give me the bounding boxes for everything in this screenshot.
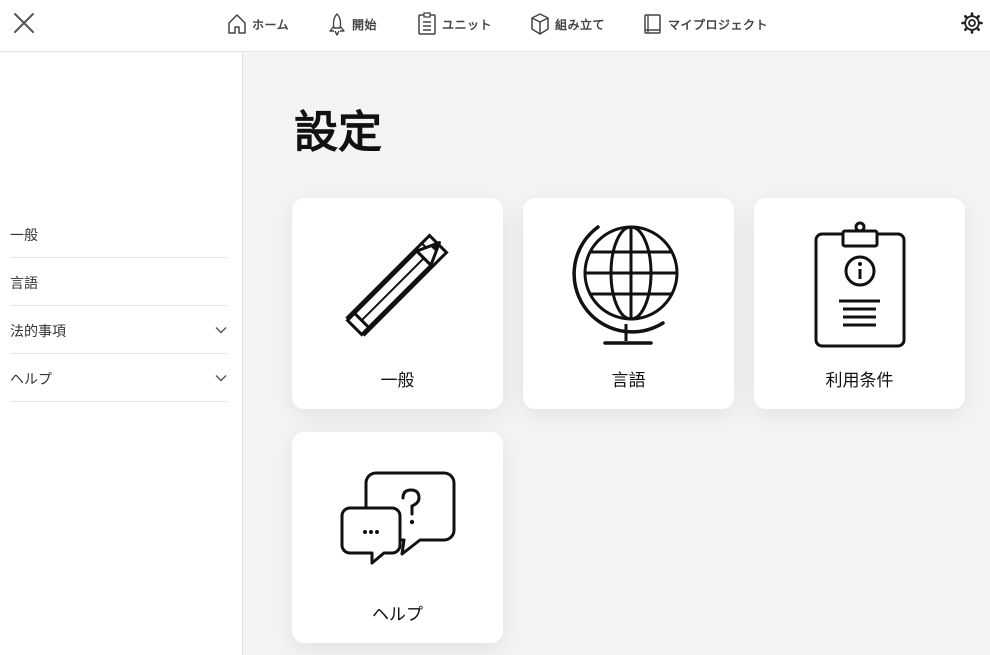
- page-title: 設定: [294, 107, 382, 158]
- card-general-label: 一般: [380, 371, 415, 391]
- sidebar-item-label: 法的事項: [10, 324, 66, 340]
- card-general[interactable]: 一般: [292, 198, 503, 409]
- sidebar-item-general[interactable]: 一般: [10, 210, 227, 258]
- card-help[interactable]: ヘルプ: [292, 432, 503, 643]
- card-terms-label: 利用条件: [825, 371, 894, 391]
- nav-home[interactable]: ホーム: [226, 0, 289, 48]
- gear-icon[interactable]: [960, 11, 984, 35]
- clipboard-info-icon: [814, 221, 906, 348]
- sidebar-item-label: 言語: [10, 276, 38, 292]
- sidebar-menu: 一般 言語 法的事項 ヘルプ: [10, 210, 227, 402]
- chat-bubbles-icon: [340, 471, 456, 565]
- chevron-down-icon: [215, 375, 227, 382]
- card-terms[interactable]: 利用条件: [754, 198, 965, 409]
- card-language[interactable]: 言語: [523, 198, 734, 409]
- rocket-icon: [329, 13, 345, 36]
- nav-units-label: ユニット: [442, 17, 493, 32]
- clipboard-list-icon: [418, 12, 436, 35]
- nav-start-label: 開始: [352, 17, 378, 32]
- sidebar-item-label: ヘルプ: [10, 372, 52, 388]
- nav-build[interactable]: 組み立て: [529, 0, 605, 48]
- sidebar-item-legal[interactable]: 法的事項: [10, 306, 227, 354]
- globe-icon: [572, 225, 679, 345]
- nav-build-label: 組み立て: [555, 17, 606, 32]
- box-icon: [531, 13, 549, 35]
- top-navigation-bar: ホーム 開始 ユニット 組み立て マイプロジェクト: [0, 0, 990, 52]
- book-icon: [644, 14, 661, 34]
- nav-units[interactable]: ユニット: [416, 0, 492, 48]
- nav-my-projects[interactable]: マイプロジェクト: [642, 0, 768, 48]
- nav-my-projects-label: マイプロジェクト: [668, 17, 769, 32]
- ruler-pencil-icon: [345, 233, 449, 337]
- nav-start[interactable]: 開始: [326, 0, 377, 48]
- card-language-label: 言語: [611, 371, 646, 391]
- sidebar-item-label: 一般: [10, 228, 38, 244]
- card-help-label: ヘルプ: [372, 605, 423, 625]
- sidebar-item-language[interactable]: 言語: [10, 258, 227, 306]
- sidebar: 一般 言語 法的事項 ヘルプ: [0, 53, 243, 655]
- sidebar-item-help[interactable]: ヘルプ: [10, 354, 227, 402]
- chevron-down-icon: [215, 327, 227, 334]
- nav-home-label: ホーム: [252, 17, 290, 32]
- home-icon: [228, 14, 246, 34]
- close-icon[interactable]: [12, 11, 36, 35]
